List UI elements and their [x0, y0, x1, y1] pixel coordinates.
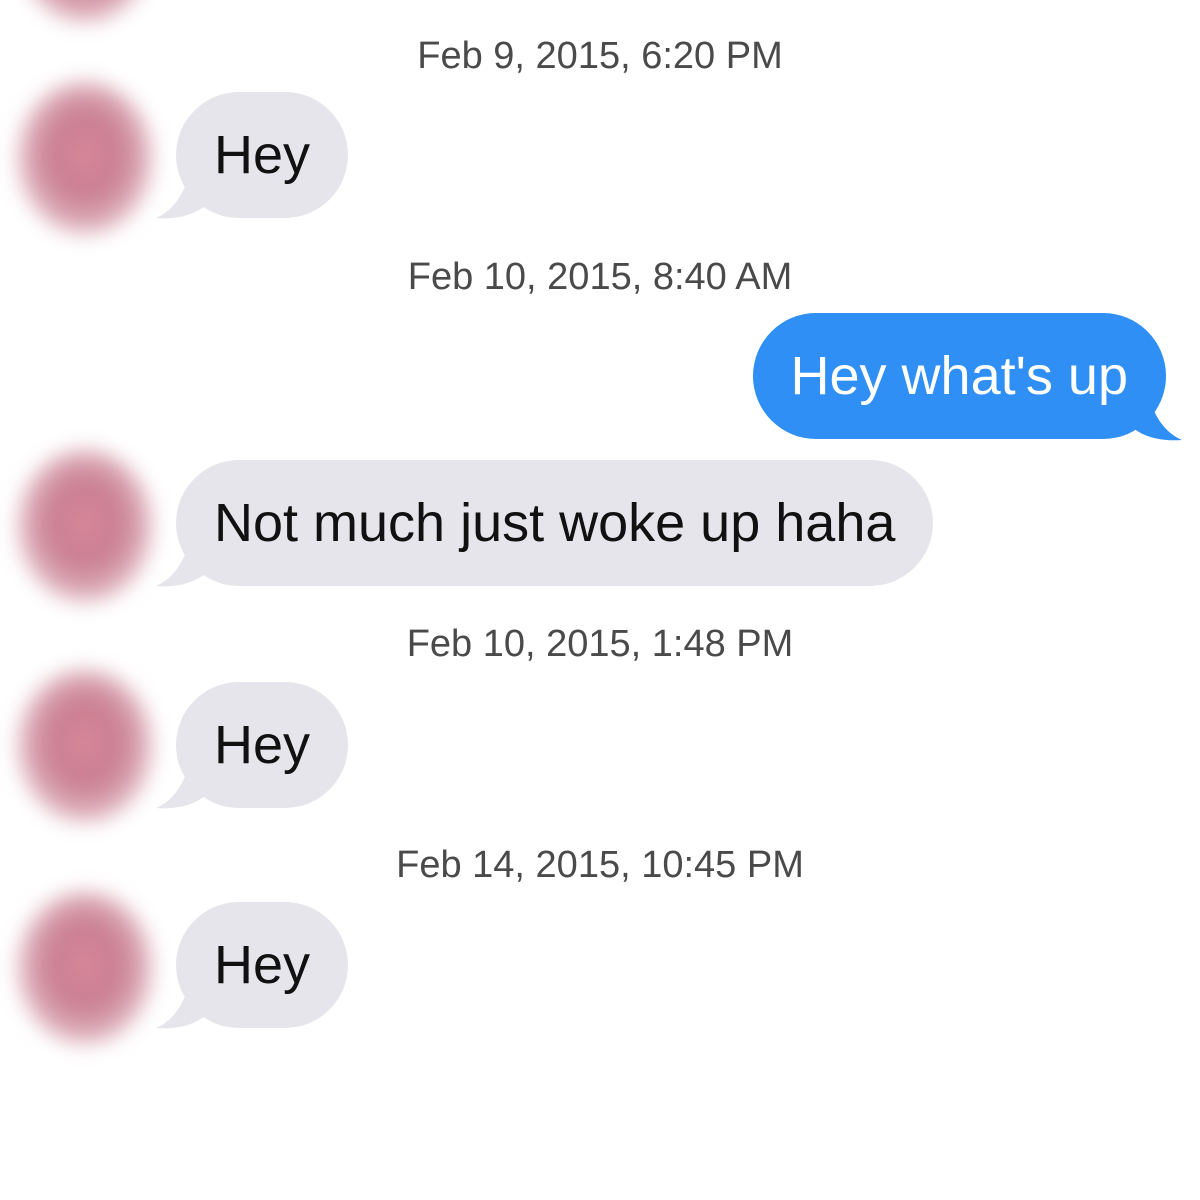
- avatar: [18, 892, 152, 1044]
- avatar: [18, 670, 152, 822]
- timestamp: Feb 14, 2015, 10:45 PM: [396, 844, 804, 886]
- timestamp: Feb 10, 2015, 8:40 AM: [407, 256, 793, 298]
- timestamp: Feb 9, 2015, 6:20 PM: [417, 35, 783, 77]
- message-bubble-incoming[interactable]: Not much just woke up haha: [176, 460, 934, 586]
- avatar: [18, 450, 152, 602]
- message-bubble-incoming[interactable]: Hey: [176, 902, 349, 1028]
- timestamp: Feb 10, 2015, 1:48 PM: [406, 623, 794, 665]
- message-bubble-outgoing[interactable]: Hey what's up: [752, 313, 1166, 439]
- message-bubble-incoming[interactable]: Hey: [176, 92, 349, 218]
- avatar: [18, 0, 152, 22]
- avatar: [18, 82, 152, 234]
- message-bubble-incoming[interactable]: Hey: [176, 682, 349, 808]
